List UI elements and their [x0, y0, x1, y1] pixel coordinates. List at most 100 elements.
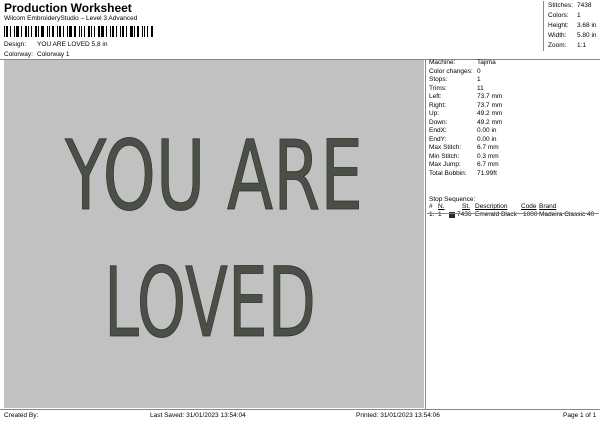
info-row: Right: 73.7 mm	[429, 102, 599, 111]
barcode-image	[4, 26, 156, 37]
info-label: Up:	[429, 110, 440, 117]
stats-value: 1	[577, 12, 581, 19]
barcode-bar	[110, 26, 111, 37]
barcode-bar	[134, 26, 135, 37]
stats-label: Height:	[548, 22, 569, 29]
design-row: Design: YOU ARE LOVED 5,8 in	[4, 41, 107, 48]
info-row: Machine: Tajima	[429, 59, 599, 68]
barcode-bar	[130, 26, 133, 37]
stats-value: 5.80 in	[577, 32, 597, 39]
barcode-bar	[106, 26, 107, 37]
barcode-bar	[21, 26, 22, 37]
info-label: Stops:	[429, 76, 448, 83]
barcode-bar	[63, 26, 64, 37]
barcode-bar	[116, 26, 117, 37]
barcode-bar	[38, 26, 39, 37]
barcode-bar	[67, 26, 68, 37]
info-value: 6.7 mm	[477, 161, 499, 168]
vertical-divider	[425, 59, 426, 409]
info-value: 0.3 mm	[477, 152, 499, 160]
divider	[0, 409, 600, 410]
info-row: Max Jump: 6.7 mm	[429, 161, 599, 170]
embroidery-text-line-2: LOVED	[104, 247, 316, 359]
barcode-bar	[142, 26, 143, 37]
info-row: EndX: 0.00 in	[429, 127, 599, 136]
info-value: 71.99ft	[477, 169, 497, 177]
barcode-bar	[137, 26, 139, 37]
barcode-bar	[101, 26, 104, 37]
info-label: Machine:	[429, 59, 456, 66]
stats-value: 7438	[577, 2, 592, 9]
page-title: Production Worksheet	[4, 1, 132, 15]
stats-panel: Stitches: 7438 Colors: 1 Height: 3.68 in Wi…	[543, 1, 600, 51]
colorway-value: Colorway 1	[37, 51, 70, 58]
barcode-bar	[94, 26, 95, 37]
design-value: YOU ARE LOVED 5,8 in	[37, 41, 108, 48]
info-label: Color changes:	[429, 67, 473, 75]
barcode-bar	[126, 26, 127, 37]
col-header-code: Code	[521, 203, 537, 210]
design-label: Design:	[4, 41, 27, 48]
barcode-bar	[79, 26, 80, 37]
stats-label: Width:	[548, 32, 567, 39]
col-header-st: St.	[462, 203, 470, 210]
stop-sequence-table: # N. St. Description Code Brand 1. 1 743…	[429, 203, 599, 219]
barcode-bar	[98, 26, 100, 37]
design-preview-svg: YOU ARE LOVED	[64, 120, 364, 360]
stats-label: Stitches:	[548, 2, 573, 9]
info-label: Right:	[429, 101, 446, 109]
info-value: 0	[477, 67, 481, 75]
info-value: 49.2 mm	[477, 118, 503, 126]
info-value: Tajima	[477, 59, 496, 66]
info-value: 11	[477, 84, 484, 92]
info-value: 1	[477, 76, 481, 83]
software-subtitle: Wilcom EmbroideryStudio – Level 3 Advanc…	[4, 15, 138, 22]
col-header-description: Description	[475, 203, 508, 210]
col-header-n: N.	[438, 203, 445, 210]
info-value: 73.7 mm	[477, 93, 503, 100]
barcode-bar	[47, 26, 48, 37]
info-label: EndY:	[429, 135, 447, 143]
info-row: Left: 73.7 mm	[429, 93, 599, 102]
barcode-bar	[69, 26, 72, 37]
barcode-bar	[14, 26, 15, 37]
info-value: 6.7 mm	[477, 144, 499, 151]
barcode-bar	[84, 26, 85, 37]
info-row: Up: 49.2 mm	[429, 110, 599, 119]
info-row: Max Stitch: 6.7 mm	[429, 144, 599, 153]
barcode-bar	[151, 26, 153, 37]
divider	[427, 213, 599, 214]
barcode-bar	[52, 26, 54, 37]
barcode-bar	[6, 26, 8, 37]
info-label: EndX:	[429, 127, 447, 134]
info-row: Min Stitch: 0.3 mm	[429, 153, 599, 162]
barcode-bar	[28, 26, 29, 37]
footer-printed: Printed: 31/01/2023 13:54:06	[356, 412, 440, 419]
info-row: Color changes: 0	[429, 68, 599, 77]
barcode-bar	[81, 26, 82, 37]
barcode-bar	[112, 26, 114, 37]
col-header-brand: Brand	[539, 203, 557, 210]
info-label: Min Stitch:	[429, 152, 460, 160]
info-value: 73.7 mm	[477, 101, 503, 109]
info-label: Max Jump:	[429, 161, 461, 168]
barcode-bar	[57, 26, 58, 37]
col-header-num: #	[429, 203, 433, 210]
barcode-bar	[31, 26, 32, 37]
footer-created-by: Created By:	[4, 412, 39, 419]
barcode-bar	[74, 26, 76, 37]
info-label: Down:	[429, 118, 448, 126]
barcode-bar	[120, 26, 121, 37]
barcode-bar	[4, 26, 5, 37]
barcode-bar	[147, 26, 148, 37]
design-preview: YOU ARE LOVED	[4, 60, 424, 408]
stats-row-height: Height: 3.68 in	[548, 21, 600, 31]
stop-sequence-heading: Stop Sequence:	[429, 196, 476, 203]
stats-row-stitches: Stitches: 7438	[548, 1, 600, 11]
colorway-row: Colorway: Colorway 1	[4, 51, 70, 58]
footer-last-saved: Last Saved: 31/01/2023 13:54:04	[150, 412, 246, 419]
info-row: Trims: 11	[429, 85, 599, 94]
stats-row-colors: Colors: 1	[548, 11, 600, 21]
barcode-bar	[91, 26, 92, 37]
embroidery-text-line-1: YOU ARE	[64, 120, 363, 232]
